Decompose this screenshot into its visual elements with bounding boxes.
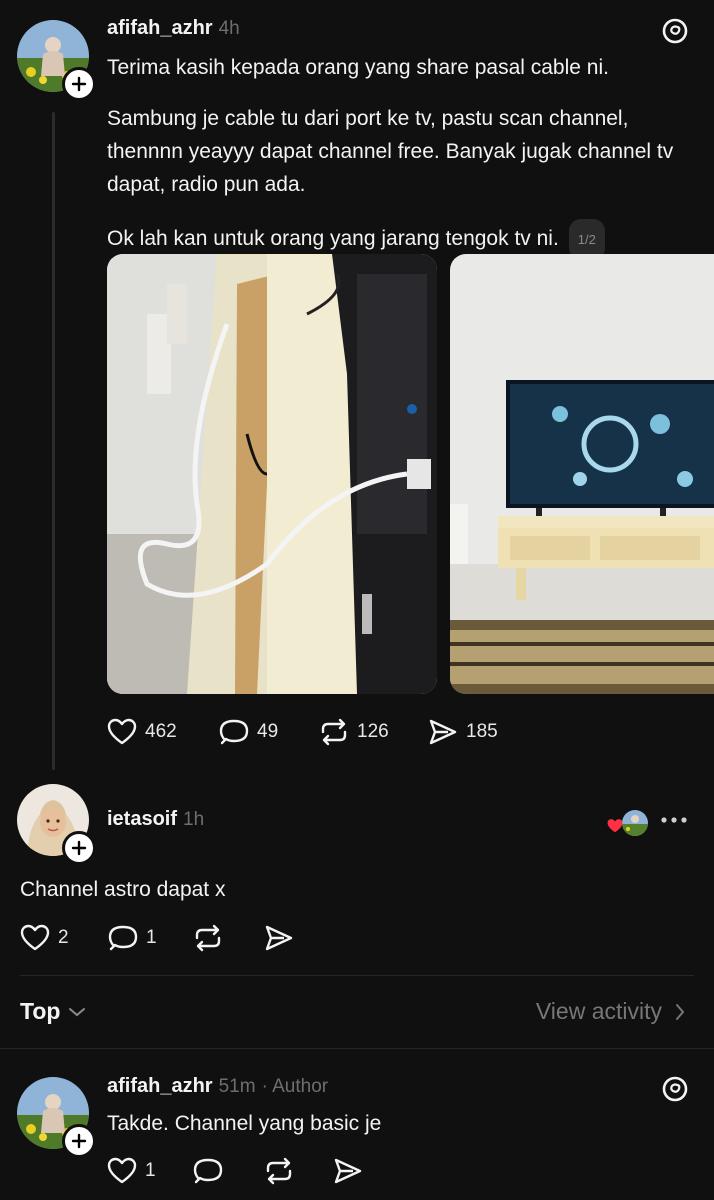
reply-count: 49 — [257, 721, 279, 742]
chevron-right-icon — [676, 1003, 685, 1020]
post-time: 4h — [218, 18, 240, 39]
like-button[interactable]: 462 — [107, 718, 177, 746]
reply2-header: afifah_azhr 51m · Author — [107, 1075, 328, 1098]
repost-icon — [321, 718, 347, 746]
comment-icon — [193, 1158, 223, 1184]
author-mini-avatar — [620, 808, 650, 838]
post-image-2[interactable] — [450, 254, 714, 694]
follow-plus-icon[interactable] — [62, 1124, 96, 1158]
reply2-share-button[interactable] — [333, 1157, 363, 1185]
repost-button[interactable]: 126 — [319, 718, 389, 746]
post-body: Terima kasih kepada orang yang share pas… — [107, 51, 707, 260]
repost-icon — [195, 924, 221, 952]
more-options-icon[interactable] — [660, 810, 688, 835]
reply1-reply-count: 1 — [146, 927, 157, 948]
reply1-time: 1h — [183, 809, 205, 830]
liked-by-author-indicator — [606, 808, 650, 838]
heart-icon — [20, 924, 50, 951]
reply-button[interactable]: 49 — [219, 718, 278, 746]
share-button[interactable]: 185 — [428, 718, 498, 746]
post-header: afifah_azhr 4h — [107, 17, 240, 40]
reply1-header: ietasoif 1h — [107, 808, 204, 831]
thread-line — [52, 112, 55, 770]
sort-label: Top — [20, 998, 61, 1024]
reply1-repost-button[interactable] — [193, 924, 223, 952]
repost-count: 126 — [357, 721, 389, 742]
view-activity-label: View activity — [535, 998, 662, 1024]
chevron-down-icon — [69, 1007, 86, 1016]
reply1-text: Channel astro dapat x — [20, 878, 226, 901]
threads-logo-icon[interactable] — [661, 1075, 689, 1108]
follow-plus-icon[interactable] — [62, 67, 96, 101]
reply1-reply-button[interactable]: 1 — [108, 924, 157, 952]
threads-logo-icon[interactable] — [661, 17, 689, 50]
post-paragraph-2: Sambung je cable tu dari port ke tv, pas… — [107, 107, 674, 196]
post-paragraph-1: Terima kasih kepada orang yang share pas… — [107, 56, 609, 79]
reply2-time: 51m — [218, 1076, 256, 1097]
reply1-like-button[interactable]: 2 — [20, 924, 69, 952]
send-icon — [429, 719, 457, 745]
reply1-username[interactable]: ietasoif — [107, 808, 177, 830]
divider — [20, 975, 694, 976]
reply1-share-button[interactable] — [264, 924, 294, 952]
like-count: 462 — [145, 721, 177, 742]
divider — [0, 1048, 714, 1049]
share-count: 185 — [466, 721, 498, 742]
reply2-like-button[interactable]: 1 — [107, 1157, 156, 1185]
heart-filled-icon — [607, 819, 623, 833]
author-tag: · Author — [261, 1076, 329, 1097]
comment-icon — [219, 719, 249, 745]
reply1-like-count: 2 — [58, 927, 69, 948]
reply2-repost-button[interactable] — [264, 1157, 294, 1185]
follow-plus-icon[interactable] — [62, 831, 96, 865]
reply2-text: Takde. Channel yang basic je — [107, 1112, 382, 1135]
repost-icon — [266, 1157, 292, 1185]
view-activity-link[interactable]: View activity — [536, 998, 686, 1025]
reply2-reply-button[interactable] — [193, 1157, 223, 1185]
post-image-1[interactable] — [107, 254, 437, 694]
send-icon — [334, 1158, 362, 1184]
reply2-like-count: 1 — [145, 1160, 156, 1181]
comment-icon — [108, 925, 138, 951]
post-username[interactable]: afifah_azhr — [107, 17, 213, 39]
heart-icon — [107, 718, 137, 745]
reply2-username[interactable]: afifah_azhr — [107, 1075, 213, 1097]
heart-icon — [107, 1157, 137, 1184]
sort-dropdown[interactable]: Top — [20, 998, 86, 1025]
send-icon — [265, 925, 293, 951]
